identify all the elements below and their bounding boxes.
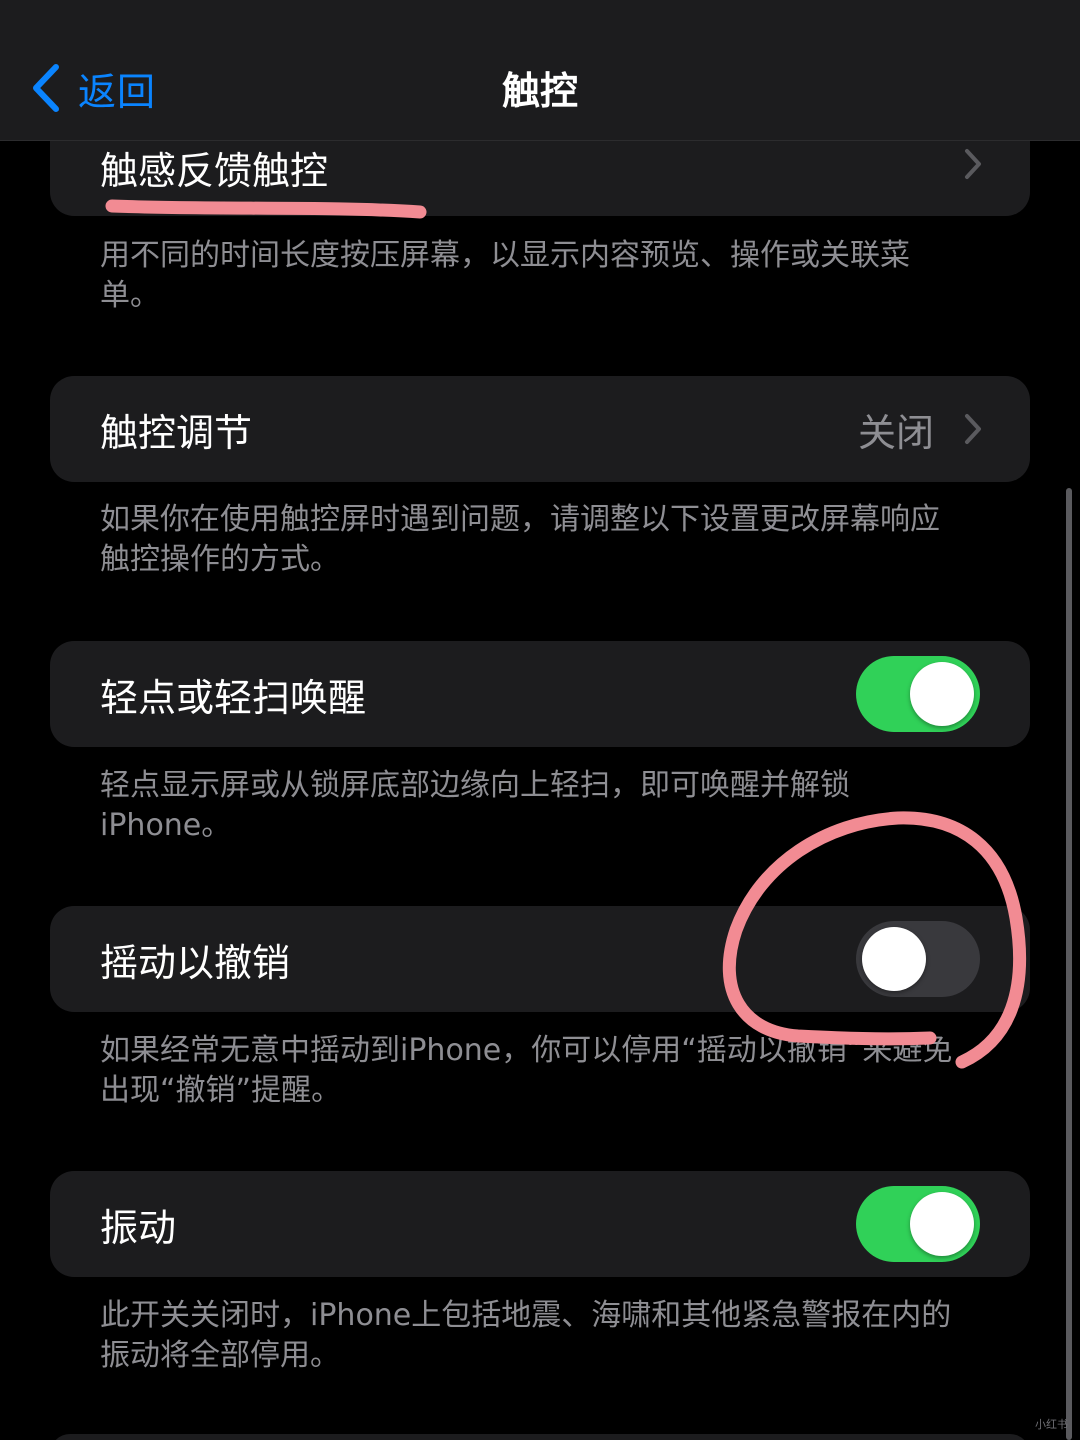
navigation-bar: 返回 触控 bbox=[0, 0, 1080, 141]
shake-to-undo-row: 摇动以撤销 bbox=[50, 906, 1030, 1012]
vibration-toggle[interactable] bbox=[856, 1186, 980, 1262]
touch-accommodations-label: 触控调节 bbox=[100, 410, 253, 455]
tap-to-wake-footer: 轻点显示屏或从锁屏底部边缘向上轻扫，即可唤醒并解锁 iPhone。 bbox=[100, 768, 850, 843]
vibration-row: 振动 bbox=[50, 1171, 1030, 1277]
vibration-footer: 此开关关闭时，iPhone上包括地震、海啸和其他紧急警报在内的振动将全部停用。 bbox=[100, 1298, 952, 1373]
shake-to-undo-label: 摇动以撤销 bbox=[100, 940, 291, 985]
chevron-right-icon bbox=[964, 413, 982, 445]
chevron-right-icon bbox=[964, 148, 982, 180]
haptic-touch-footer: 用不同的时间长度按压屏幕，以显示内容预览、操作或关联菜单。 bbox=[100, 238, 910, 313]
tap-to-wake-toggle[interactable] bbox=[856, 656, 980, 732]
settings-touch-page: 返回 触控 触感反馈触控 用不同的时间长度按压屏幕，以显示内容预览、操作或关联菜… bbox=[0, 0, 1080, 1440]
toggle-knob bbox=[862, 927, 926, 991]
haptic-touch-label: 触感反馈触控 bbox=[100, 149, 329, 193]
shake-to-undo-toggle[interactable] bbox=[856, 921, 980, 997]
touch-accommodations-row[interactable]: 触控调节 关闭 bbox=[50, 376, 1030, 482]
toggle-knob bbox=[910, 1192, 974, 1256]
vibration-label: 振动 bbox=[100, 1205, 177, 1250]
watermark-text: 小红书 bbox=[1035, 1418, 1068, 1431]
shake-to-undo-footer: 如果经常无意中摇动到iPhone，你可以停用“摇动以撤销”来避免出现“撤销”提醒… bbox=[100, 1033, 953, 1108]
tap-to-wake-label: 轻点或轻扫唤醒 bbox=[100, 675, 367, 720]
tap-to-wake-row: 轻点或轻扫唤醒 bbox=[50, 641, 1030, 747]
touch-accommodations-footer: 如果你在使用触控屏时遇到问题，请调整以下设置更改屏幕响应触控操作的方式。 bbox=[100, 502, 940, 577]
scroll-indicator[interactable] bbox=[1066, 488, 1072, 1440]
toggle-knob bbox=[910, 662, 974, 726]
page-title: 触控 bbox=[501, 69, 578, 113]
touch-accommodations-value: 关闭 bbox=[857, 410, 934, 455]
next-row-partial bbox=[50, 1434, 1030, 1440]
